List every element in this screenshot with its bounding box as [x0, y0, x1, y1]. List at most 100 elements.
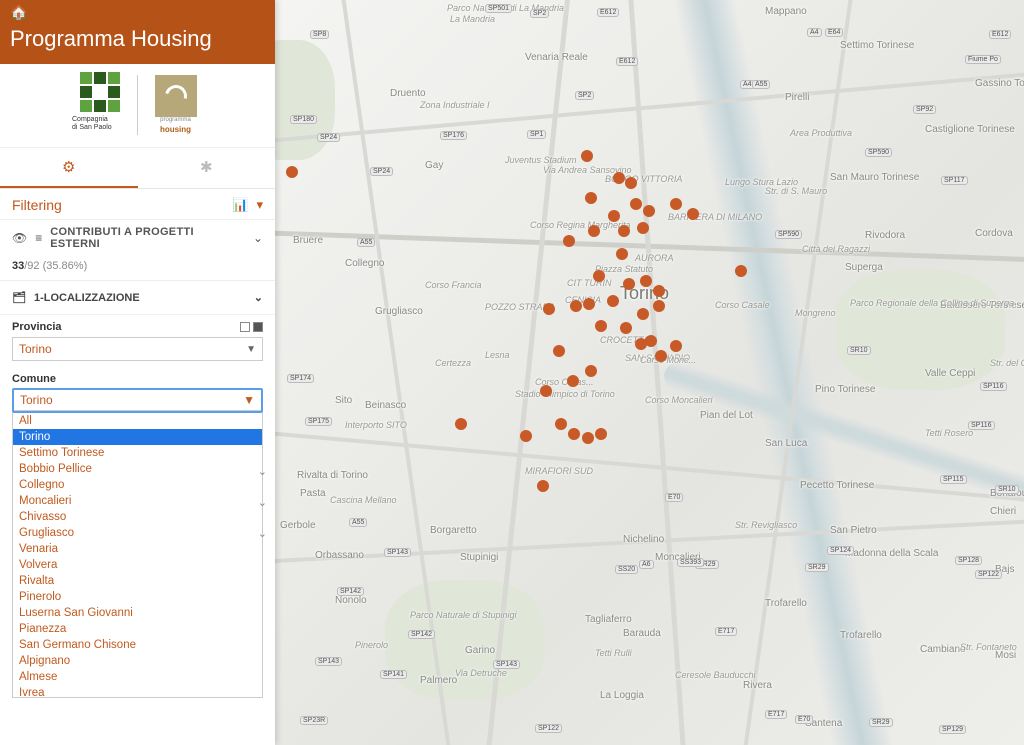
comune-option[interactable]: Torino — [13, 429, 262, 445]
map-canvas[interactable]: TorinoVenaria RealeDruentoCollegnoGrugli… — [275, 0, 1024, 745]
map-label: Tetti Rulli — [595, 648, 632, 658]
comune-option[interactable]: Collegno — [13, 477, 262, 493]
map-marker[interactable] — [582, 432, 594, 444]
map-label: Area Produttiva — [790, 128, 852, 138]
comune-option[interactable]: Bobbio Pellice — [13, 461, 262, 477]
comune-option[interactable]: Grugliasco — [13, 525, 262, 541]
map-marker[interactable] — [735, 265, 747, 277]
map-label: Rivalta di Torino — [297, 470, 368, 481]
map-label: Venaria Reale — [525, 52, 588, 63]
tab-settings[interactable]: ✱ — [138, 148, 276, 188]
map-marker[interactable] — [543, 303, 555, 315]
map-marker[interactable] — [653, 285, 665, 297]
map-marker[interactable] — [540, 385, 552, 397]
map-label: Garino — [465, 645, 495, 656]
map-marker[interactable] — [620, 322, 632, 334]
map-marker[interactable] — [670, 340, 682, 352]
caret-down-icon[interactable]: ▾ — [256, 197, 263, 213]
road-shield: E70 — [795, 715, 813, 724]
comune-option[interactable]: Luserna San Giovanni — [13, 605, 262, 621]
map-marker[interactable] — [286, 166, 298, 178]
map-marker[interactable] — [637, 222, 649, 234]
comune-option[interactable]: Moncalieri — [13, 493, 262, 509]
road-shield: SR10 — [995, 485, 1019, 494]
map-marker[interactable] — [455, 418, 467, 430]
home-icon[interactable]: 🏠 — [10, 4, 27, 20]
map-marker[interactable] — [595, 428, 607, 440]
road-shield: E717 — [715, 627, 737, 636]
eye-icon[interactable]: 👁 — [12, 231, 27, 245]
comune-select[interactable]: Torino ▼ — [12, 388, 263, 413]
map-marker[interactable] — [687, 208, 699, 220]
comune-option[interactable]: Almese — [13, 669, 262, 685]
comune-option[interactable]: Pinerolo — [13, 589, 262, 605]
map-marker[interactable] — [570, 300, 582, 312]
map-label: Cascina Mellano — [330, 495, 397, 505]
map-marker[interactable] — [618, 225, 630, 237]
toggle-provincia[interactable] — [240, 322, 263, 332]
comune-dropdown[interactable]: AllTorinoSettimo TorineseBobbio PelliceC… — [12, 413, 263, 698]
map-marker[interactable] — [643, 205, 655, 217]
map-label: Lungo Stura Lazio — [725, 177, 798, 187]
map-marker[interactable] — [655, 350, 667, 362]
comune-option[interactable]: All — [13, 413, 262, 429]
map-marker[interactable] — [581, 150, 593, 162]
map-marker[interactable] — [568, 428, 580, 440]
map-label: Druento — [390, 88, 426, 99]
comune-option[interactable]: Rivalta — [13, 573, 262, 589]
map-marker[interactable] — [625, 177, 637, 189]
comune-option[interactable]: Alpignano — [13, 653, 262, 669]
chevron-down-icon[interactable]: ⌄ — [253, 231, 263, 245]
provincia-select[interactable]: Torino ▼ — [12, 337, 263, 361]
logo-area: Compagniadi San Paolo programma housing — [0, 64, 275, 148]
comune-option[interactable]: Ivrea — [13, 685, 262, 698]
map-marker[interactable] — [583, 298, 595, 310]
chevron-down-icon[interactable]: ⌄ — [258, 465, 267, 478]
map-marker[interactable] — [553, 345, 565, 357]
comune-option[interactable]: Chivasso — [13, 509, 262, 525]
map-marker[interactable] — [563, 235, 575, 247]
map-marker[interactable] — [637, 308, 649, 320]
map-marker[interactable] — [537, 480, 549, 492]
map-marker[interactable] — [645, 335, 657, 347]
chevron-down-icon[interactable]: ⌄ — [258, 496, 267, 509]
map-marker[interactable] — [608, 210, 620, 222]
map-marker[interactable] — [670, 198, 682, 210]
chart-icon[interactable]: 📊 — [232, 197, 248, 213]
tab-filter[interactable]: ⚙ — [0, 148, 138, 188]
map-marker[interactable] — [607, 295, 619, 307]
comune-option[interactable]: San Germano Chisone — [13, 637, 262, 653]
map-marker[interactable] — [613, 172, 625, 184]
layer-row[interactable]: 👁 ≡ CONTRIBUTI A PROGETTI ESTERNI ⌄ — [0, 219, 275, 256]
map-marker[interactable] — [630, 198, 642, 210]
road-shield: SS393 — [677, 558, 704, 567]
road-shield: SP122 — [535, 724, 562, 733]
comune-option[interactable]: Venaria — [13, 541, 262, 557]
map-marker[interactable] — [653, 300, 665, 312]
map-marker[interactable] — [623, 278, 635, 290]
map-label: Collegno — [345, 258, 384, 269]
map-label: San Luca — [765, 438, 807, 449]
map-marker[interactable] — [616, 248, 628, 260]
map-label: Palmero — [420, 675, 457, 686]
comune-option[interactable]: Settimo Torinese — [13, 445, 262, 461]
road-shield: SP8 — [310, 30, 329, 39]
map-marker[interactable] — [640, 275, 652, 287]
road-shield: SP142 — [337, 587, 364, 596]
list-icon[interactable]: ≡ — [35, 231, 42, 245]
map-marker[interactable] — [555, 418, 567, 430]
map-marker[interactable] — [520, 430, 532, 442]
chevron-down-icon[interactable]: ⌄ — [258, 527, 267, 540]
road-shield: SP143 — [384, 548, 411, 557]
comune-option[interactable]: Volvera — [13, 557, 262, 573]
map-marker[interactable] — [585, 365, 597, 377]
comune-option[interactable]: Pianezza — [13, 621, 262, 637]
map-marker[interactable] — [567, 375, 579, 387]
section-localizzazione[interactable]: 🗂 1-LOCALIZZAZIONE ⌄ — [0, 281, 275, 315]
map-marker[interactable] — [585, 192, 597, 204]
map-marker[interactable] — [593, 270, 605, 282]
map-marker[interactable] — [588, 225, 600, 237]
map-label: Tagliaferro — [585, 614, 632, 625]
map-label: Corso Moncalieri — [645, 395, 713, 405]
map-marker[interactable] — [595, 320, 607, 332]
